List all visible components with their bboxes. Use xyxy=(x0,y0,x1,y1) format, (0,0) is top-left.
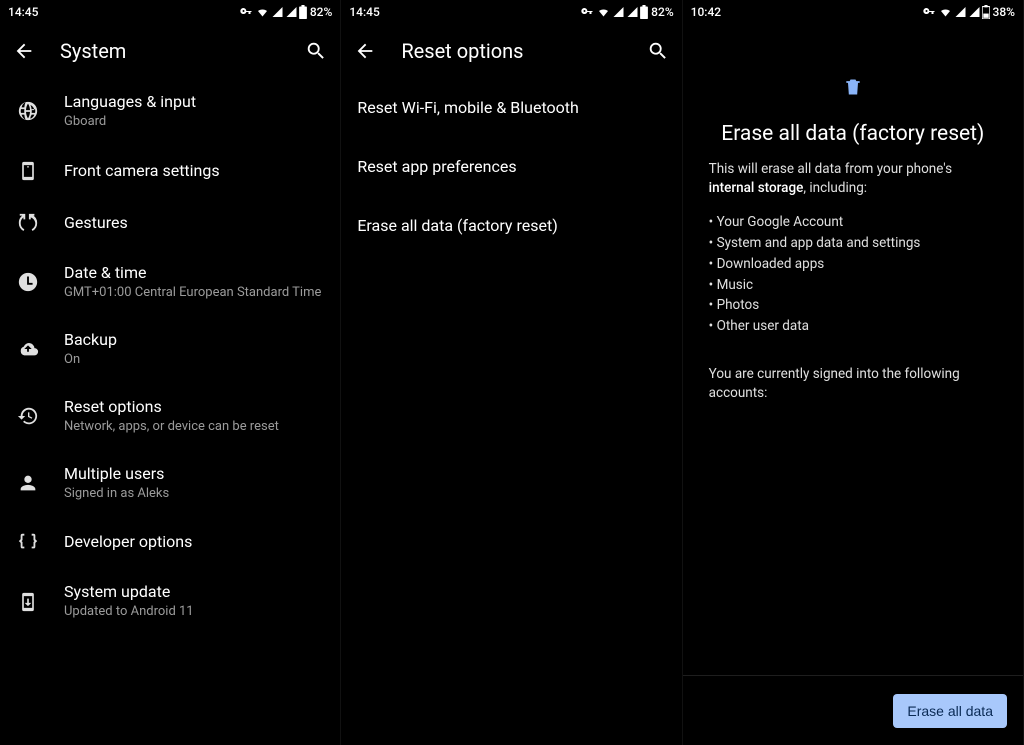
page-title: System xyxy=(60,39,280,63)
row-reset-app-prefs[interactable]: Reset app preferences xyxy=(341,137,681,196)
battery-pct: 38% xyxy=(993,5,1015,19)
signal-icon xyxy=(612,6,625,18)
row-front-camera[interactable]: Front camera settings xyxy=(0,145,340,197)
battery-icon xyxy=(299,5,307,19)
gestures-icon xyxy=(16,211,40,235)
status-bar: 10:42 38% xyxy=(683,0,1023,24)
app-header: System xyxy=(0,24,340,78)
battery-pct: 82% xyxy=(651,5,673,19)
erase-all-data-button[interactable]: Erase all data xyxy=(893,694,1007,728)
trash-icon xyxy=(709,24,997,122)
row-sub: Network, apps, or device can be reset xyxy=(64,419,324,436)
phone-camera-icon xyxy=(16,159,40,183)
app-header: Reset options xyxy=(341,24,681,78)
row-backup[interactable]: Backup On xyxy=(0,316,340,383)
signal-icon xyxy=(954,6,967,18)
status-time: 14:45 xyxy=(8,5,38,19)
battery-icon xyxy=(982,5,990,19)
bullet-item: System and app data and settings xyxy=(709,233,997,254)
bullet-item: Downloaded apps xyxy=(709,254,997,275)
signal-icon-2 xyxy=(626,6,639,18)
signal-icon-2 xyxy=(285,6,298,18)
back-icon[interactable] xyxy=(12,39,36,63)
page-title: Reset options xyxy=(401,39,621,63)
bullet-item: Other user data xyxy=(709,316,997,337)
status-time: 14:45 xyxy=(349,5,379,19)
page-title: Erase all data (factory reset) xyxy=(709,122,997,146)
row-title: Reset options xyxy=(64,397,324,417)
status-right: 82% xyxy=(579,5,673,19)
wifi-icon xyxy=(938,6,953,18)
panel-system: 14:45 82% System xyxy=(0,0,341,745)
status-bar: 14:45 82% xyxy=(341,0,681,24)
row-developer-options[interactable]: Developer options xyxy=(0,516,340,568)
back-icon[interactable] xyxy=(353,39,377,63)
bullet-item: Photos xyxy=(709,295,997,316)
clock-icon xyxy=(16,270,40,294)
settings-list: Languages & input Gboard Front camera se… xyxy=(0,78,340,745)
cloud-upload-icon xyxy=(16,337,40,361)
row-title: Multiple users xyxy=(64,464,324,484)
panel-reset-options: 14:45 82% Reset options xyxy=(341,0,682,745)
reset-list: Reset Wi-Fi, mobile & Bluetooth Reset ap… xyxy=(341,78,681,745)
vpn-key-icon xyxy=(579,6,595,18)
search-icon[interactable] xyxy=(304,39,328,63)
row-system-update[interactable]: System update Updated to Android 11 xyxy=(0,568,340,635)
code-braces-icon xyxy=(16,530,40,554)
row-sub: GMT+01:00 Central European Standard Time xyxy=(64,285,324,302)
signal-icon xyxy=(271,6,284,18)
erase-content: Erase all data (factory reset) This will… xyxy=(683,24,1023,675)
row-title: Languages & input xyxy=(64,92,324,112)
search-icon[interactable] xyxy=(646,39,670,63)
row-title: Developer options xyxy=(64,532,324,552)
wifi-icon xyxy=(596,6,611,18)
battery-pct: 82% xyxy=(310,5,332,19)
row-sub: On xyxy=(64,352,324,369)
erase-bullet-list: Your Google Account System and app data … xyxy=(709,212,997,338)
system-update-icon xyxy=(16,590,40,614)
row-title: Gestures xyxy=(64,213,324,233)
row-date-time[interactable]: Date & time GMT+01:00 Central European S… xyxy=(0,249,340,316)
row-reset-wifi[interactable]: Reset Wi-Fi, mobile & Bluetooth xyxy=(341,78,681,137)
globe-icon xyxy=(16,99,40,123)
status-time: 10:42 xyxy=(691,5,721,19)
battery-icon xyxy=(640,5,648,19)
row-sub: Gboard xyxy=(64,114,324,131)
reset-icon xyxy=(16,404,40,428)
signal-icon-2 xyxy=(968,6,981,18)
row-gestures[interactable]: Gestures xyxy=(0,197,340,249)
row-sub: Updated to Android 11 xyxy=(64,604,324,621)
panel-erase-all-data: 10:42 38% Erase all data (factory reset) xyxy=(683,0,1024,745)
action-bar: Erase all data xyxy=(683,675,1023,745)
signed-in-text: You are currently signed into the follow… xyxy=(709,365,997,403)
row-title: Date & time xyxy=(64,263,324,283)
row-title: System update xyxy=(64,582,324,602)
status-right: 82% xyxy=(238,5,332,19)
status-right: 38% xyxy=(921,5,1015,19)
row-erase-all-data[interactable]: Erase all data (factory reset) xyxy=(341,196,681,255)
row-title: Backup xyxy=(64,330,324,350)
vpn-key-icon xyxy=(921,6,937,18)
user-icon xyxy=(16,471,40,495)
erase-description: This will erase all data from your phone… xyxy=(709,160,997,198)
bullet-item: Your Google Account xyxy=(709,212,997,233)
row-reset-options[interactable]: Reset options Network, apps, or device c… xyxy=(0,383,340,450)
wifi-icon xyxy=(255,6,270,18)
row-multiple-users[interactable]: Multiple users Signed in as Aleks xyxy=(0,450,340,517)
vpn-key-icon xyxy=(238,6,254,18)
bullet-item: Music xyxy=(709,275,997,296)
row-title: Front camera settings xyxy=(64,161,324,181)
row-sub: Signed in as Aleks xyxy=(64,486,324,503)
row-languages-input[interactable]: Languages & input Gboard xyxy=(0,78,340,145)
status-bar: 14:45 82% xyxy=(0,0,340,24)
